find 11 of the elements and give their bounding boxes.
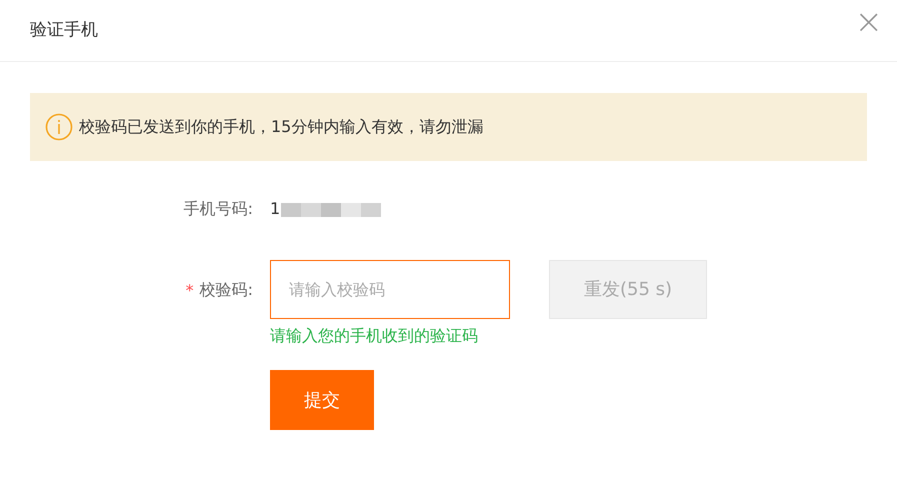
field-label: 校验码: (200, 278, 253, 300)
code-input[interactable]: 请输入校验码 (270, 260, 510, 319)
info-icon (45, 113, 73, 141)
submit-button[interactable]: 提交 (270, 370, 374, 430)
field-label: 手机号码: (182, 198, 253, 220)
phone-value: 1 (270, 198, 280, 220)
dialog-title: 验证手机 (30, 18, 98, 42)
hint-text: 请输入您的手机收到的验证码 (270, 325, 479, 347)
required-mark: * (186, 280, 194, 302)
close-button[interactable]: × (854, 4, 883, 38)
notice-text: 校验码已发送到你的手机，15分钟内输入有效，请勿泄漏 (79, 116, 484, 138)
